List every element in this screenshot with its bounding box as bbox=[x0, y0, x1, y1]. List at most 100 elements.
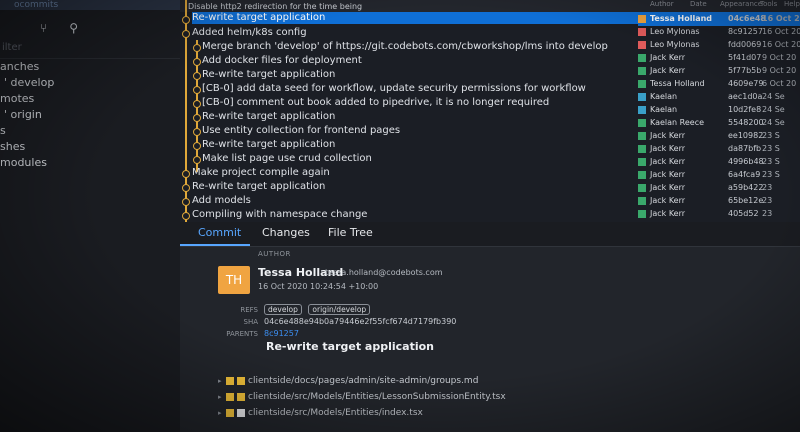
commit-node bbox=[193, 100, 201, 108]
author-name: Tessa Holland bbox=[650, 14, 713, 23]
commit-message: Re-write target application bbox=[202, 139, 336, 150]
sidebar-item-develop[interactable]: ' develop bbox=[0, 75, 180, 91]
commit-sha: 04c6e48 bbox=[728, 14, 766, 23]
commit-date: 23 S bbox=[762, 170, 780, 179]
sha-label: SHA bbox=[243, 318, 259, 326]
commit-sha: 5f77b5b bbox=[728, 66, 762, 75]
commit-message: Added helm/k8s config bbox=[192, 27, 307, 38]
author-email[interactable]: tessa.holland@codebots.com bbox=[325, 268, 443, 277]
author-row[interactable]: Jack Kerr 4996b48 23 S bbox=[638, 155, 800, 169]
commit-date: 23 S bbox=[762, 144, 780, 153]
author-name: Jack Kerr bbox=[650, 53, 686, 62]
commit-sha: da87bfb bbox=[728, 144, 762, 153]
author-row[interactable]: Jack Kerr a59b422 23 bbox=[638, 181, 800, 195]
author-name: Kaelan Reece bbox=[650, 118, 705, 127]
commit-row[interactable]: Re-write target application bbox=[202, 110, 662, 124]
commit-node bbox=[193, 114, 201, 122]
sidebar-item-origin[interactable]: ' origin bbox=[0, 107, 180, 123]
commit-sha: 4609e79 bbox=[728, 79, 764, 88]
commit-row[interactable]: Re-write target application bbox=[192, 12, 652, 24]
sidebar-item-submodules[interactable]: modules bbox=[0, 155, 180, 171]
author-avatar-icon bbox=[638, 118, 646, 127]
folder-icon bbox=[226, 408, 234, 417]
parents-label: PARENTS bbox=[226, 330, 258, 338]
author-row[interactable]: Leo Mylonas fdd0069 16 Oct 20 bbox=[638, 38, 800, 52]
author-row[interactable]: Jack Kerr ee10982 23 S bbox=[638, 129, 800, 143]
commit-row[interactable]: Compiling with namespace change bbox=[192, 208, 652, 222]
commit-row[interactable]: Merge branch 'develop' of https://git.co… bbox=[202, 40, 662, 54]
commit-row[interactable]: Make list page use crud collection bbox=[202, 152, 662, 166]
sidebar-item-stashes[interactable]: shes bbox=[0, 139, 180, 155]
menu-date[interactable]: Date bbox=[690, 0, 707, 8]
folder-icon bbox=[226, 376, 234, 385]
commit-row[interactable]: Re-write target application bbox=[192, 180, 652, 194]
author-name: Jack Kerr bbox=[650, 196, 686, 205]
commit-date: 16 Oct 20 bbox=[762, 27, 800, 36]
commit-row[interactable]: Add models bbox=[192, 194, 652, 208]
author-row[interactable]: Kaelan aec1d0a 24 Se bbox=[638, 90, 800, 104]
commit-row[interactable]: Re-write target application bbox=[202, 68, 662, 82]
commit-row[interactable]: Use entity collection for frontend pages bbox=[202, 124, 662, 138]
commit-row[interactable]: [CB-0] comment out book added to pipedri… bbox=[202, 96, 662, 110]
author-row[interactable]: Jack Kerr 5f41d07 9 Oct 20 bbox=[638, 51, 800, 65]
commit-sha: aec1d0a bbox=[728, 92, 763, 101]
author-avatar-icon bbox=[638, 79, 646, 88]
author-row[interactable]: Leo Mylonas 8c91257 16 Oct 20 bbox=[638, 25, 800, 39]
commit-date: 24 Se bbox=[762, 105, 785, 114]
commit-message: Make project compile again bbox=[192, 167, 330, 178]
author-row[interactable]: Tessa Holland 04c6e4816 Oct 20 bbox=[638, 12, 800, 26]
commit-node bbox=[182, 30, 190, 38]
commit-message: Re-write target application bbox=[192, 181, 326, 192]
author-row[interactable]: Kaelan 10d2fe8 24 Se bbox=[638, 103, 800, 117]
sidebar-item-branches[interactable]: anches bbox=[0, 59, 180, 75]
ref-develop[interactable]: develop bbox=[264, 304, 302, 315]
commit-title: Re-write target application bbox=[266, 340, 435, 353]
file-row[interactable]: ▸ clientside/src/Models/Entities/index.ts… bbox=[218, 406, 423, 420]
menu-author[interactable]: Author bbox=[650, 0, 674, 8]
commit-node bbox=[193, 156, 201, 164]
author-label: AUTHOR bbox=[258, 250, 291, 258]
refs-label: REFS bbox=[240, 306, 258, 314]
author-avatar-icon bbox=[638, 40, 646, 49]
tab-changes[interactable]: Changes bbox=[262, 226, 310, 239]
menu-tools[interactable]: Tools bbox=[760, 0, 777, 8]
author-row[interactable]: Jack Kerr 65be12e 23 bbox=[638, 194, 800, 208]
search-icon[interactable]: ⚲ bbox=[69, 21, 78, 35]
commit-row[interactable]: Add docker files for deployment bbox=[202, 54, 662, 68]
expand-arrow-icon[interactable]: ▸ bbox=[218, 406, 226, 420]
author-row[interactable]: Jack Kerr da87bfb 23 S bbox=[638, 142, 800, 156]
expand-arrow-icon[interactable]: ▸ bbox=[218, 390, 226, 404]
ref-origin-develop[interactable]: origin/develop bbox=[308, 304, 371, 315]
file-row[interactable]: ▸ clientside/docs/pages/admin/site-admin/… bbox=[218, 374, 478, 388]
commit-node bbox=[182, 170, 190, 178]
commit-message: Re-write target application bbox=[202, 69, 336, 80]
menu-help[interactable]: Help bbox=[784, 0, 800, 8]
commit-graph-pane: Author Date Appearance Tools Help Disabl… bbox=[180, 0, 800, 222]
expand-arrow-icon[interactable]: ▸ bbox=[218, 374, 226, 388]
file-row[interactable]: ▸ clientside/src/Models/Entities/LessonSu… bbox=[218, 390, 506, 404]
commit-row[interactable]: Re-write target application bbox=[202, 138, 662, 152]
commit-node bbox=[193, 86, 201, 94]
branch-icon[interactable]: ⑂ bbox=[40, 21, 47, 35]
file-path: clientside/src/Models/Entities/index.tsx bbox=[248, 408, 423, 418]
author-row[interactable]: Tessa Holland 4609e79 6 Oct 20 bbox=[638, 77, 800, 91]
author-row[interactable]: Jack Kerr 5f77b5b 9 Oct 20 bbox=[638, 64, 800, 78]
commit-row[interactable]: Make project compile again bbox=[192, 166, 652, 180]
author-row[interactable]: Kaelan Reece 5548200 24 Se bbox=[638, 116, 800, 130]
menu-appearance[interactable]: Appearance bbox=[720, 0, 762, 8]
author-row[interactable]: Jack Kerr 405d52 23 bbox=[638, 207, 800, 221]
author-name: Jack Kerr bbox=[650, 157, 686, 166]
author-avatar-icon bbox=[638, 131, 646, 140]
commit-row[interactable]: [CB-0] add data seed for workflow, updat… bbox=[202, 82, 662, 96]
sha-value[interactable]: 04c6e488e94b0a79446e2f55fcf674d7179fb390 bbox=[264, 317, 456, 326]
author-avatar-icon bbox=[638, 27, 646, 36]
commit-row[interactable]: Added helm/k8s config bbox=[192, 26, 652, 40]
commit-date: 23 bbox=[762, 183, 773, 192]
filter-input[interactable]: ilter bbox=[0, 38, 180, 59]
sidebar-item-remotes[interactable]: motes bbox=[0, 91, 180, 107]
tab-file-tree[interactable]: File Tree bbox=[328, 226, 373, 239]
sidebar-item-tags[interactable]: s bbox=[0, 123, 180, 139]
author-row[interactable]: Jack Kerr 6a4fca9 23 S bbox=[638, 168, 800, 182]
tab-commit[interactable]: Commit bbox=[198, 226, 241, 239]
parent-link[interactable]: 8c91257 bbox=[264, 329, 299, 338]
